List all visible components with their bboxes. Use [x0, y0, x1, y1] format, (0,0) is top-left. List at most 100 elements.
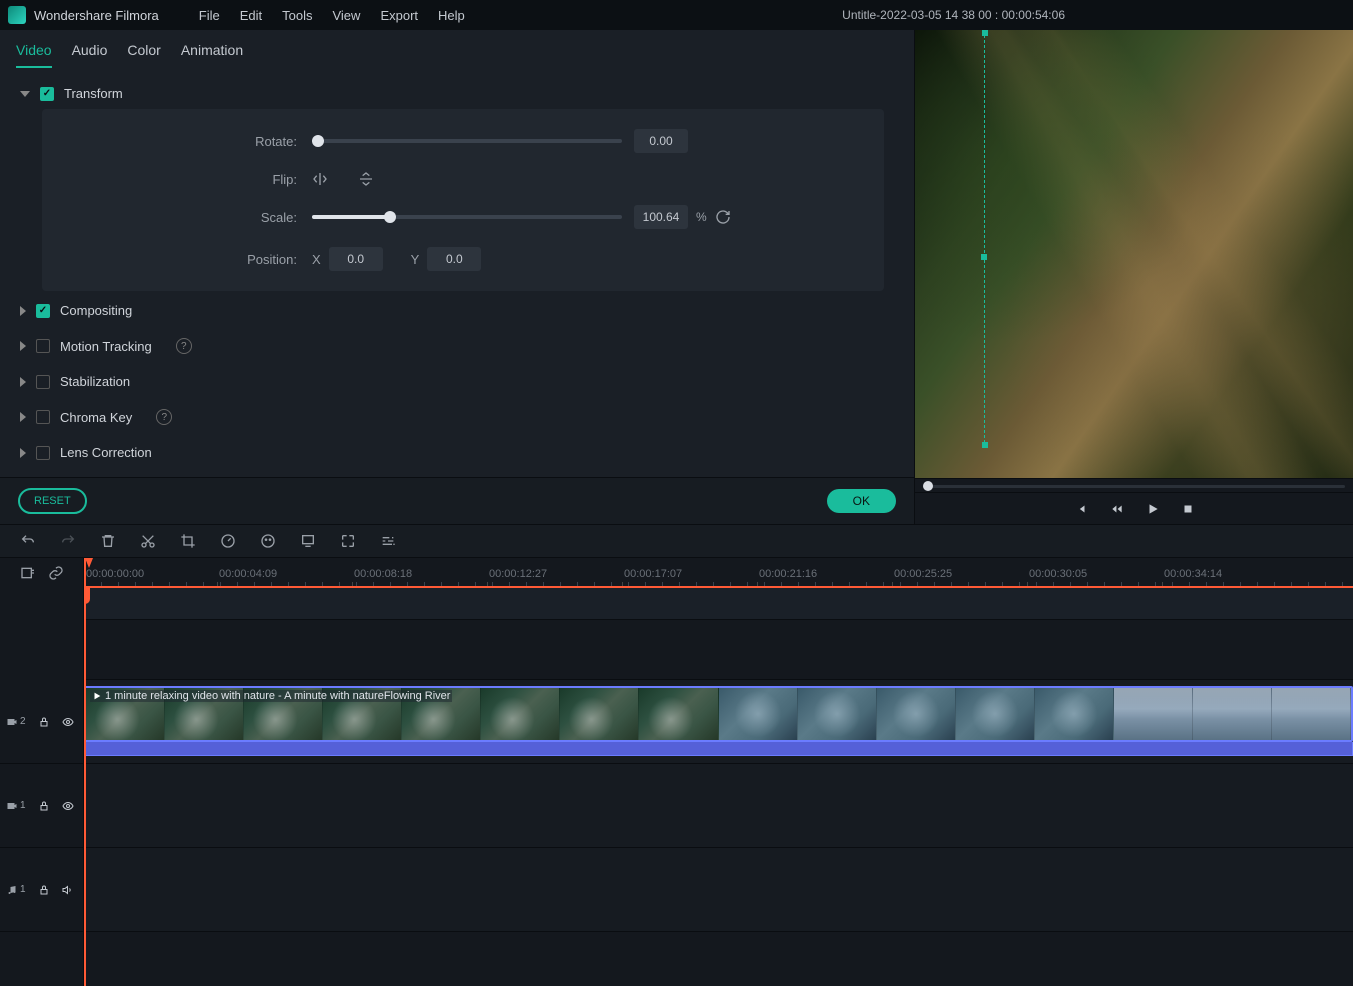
tab-color[interactable]: Color: [127, 42, 160, 68]
chevron-right-icon: [20, 377, 26, 387]
reset-scale-icon[interactable]: [715, 209, 731, 225]
pos-y-input[interactable]: [427, 247, 481, 271]
tab-animation[interactable]: Animation: [181, 42, 243, 68]
green-screen-icon[interactable]: [300, 533, 316, 549]
app-title: Wondershare Filmora: [34, 8, 159, 23]
motion-tracking-label: Motion Tracking: [60, 339, 152, 354]
scale-input[interactable]: [634, 205, 688, 229]
playhead[interactable]: [84, 558, 86, 986]
color-icon[interactable]: [260, 533, 276, 549]
marker-track[interactable]: [84, 588, 1353, 620]
transform-header[interactable]: Transform: [20, 78, 884, 109]
properties-panel: Video Audio Color Animation Transform Ro…: [0, 30, 915, 524]
preview-scrubber[interactable]: [915, 478, 1353, 492]
motion-tracking-header[interactable]: Motion Tracking ?: [20, 330, 884, 362]
help-icon[interactable]: ?: [176, 338, 192, 354]
ruler-tick: 00:00:30:05: [1029, 568, 1087, 580]
ruler-tick: 00:00:08:18: [354, 568, 412, 580]
menu-edit[interactable]: Edit: [230, 8, 272, 23]
preview-panel: [915, 30, 1353, 524]
chevron-right-icon: [20, 306, 26, 316]
rotate-label: Rotate:: [82, 134, 312, 149]
delete-icon[interactable]: [100, 533, 116, 549]
ruler-tick: 00:00:17:07: [624, 568, 682, 580]
chevron-right-icon: [20, 341, 26, 351]
chroma-key-checkbox[interactable]: [36, 410, 50, 424]
stabilization-header[interactable]: Stabilization: [20, 366, 884, 397]
audio-track-1[interactable]: [84, 848, 1353, 932]
clip-title: 1 minute relaxing video with nature - A …: [90, 690, 452, 702]
stop-icon[interactable]: [1182, 503, 1194, 515]
preview-handle[interactable]: [981, 254, 987, 260]
menu-file[interactable]: File: [189, 8, 230, 23]
ok-button[interactable]: OK: [827, 489, 896, 513]
lock-icon[interactable]: [38, 716, 50, 728]
add-track-icon[interactable]: [20, 565, 36, 581]
link-icon[interactable]: [48, 565, 64, 581]
help-icon[interactable]: ?: [156, 409, 172, 425]
speaker-icon[interactable]: [62, 884, 74, 896]
project-title: Untitle-2022-03-05 14 38 00 : 00:00:54:0…: [842, 8, 1065, 22]
expand-icon[interactable]: [340, 533, 356, 549]
menu-tools[interactable]: Tools: [272, 8, 322, 23]
step-back-icon[interactable]: [1110, 502, 1124, 516]
lens-correction-header[interactable]: Lens Correction: [20, 437, 884, 468]
timeline-ruler[interactable]: 00:00:00:00 00:00:04:09 00:00:08:18 00:0…: [84, 558, 1353, 588]
track-label: 2: [6, 716, 26, 728]
menu-export[interactable]: Export: [370, 8, 428, 23]
rotate-slider[interactable]: [312, 139, 622, 143]
chroma-key-header[interactable]: Chroma Key ?: [20, 401, 884, 433]
compositing-label: Compositing: [60, 303, 132, 318]
pos-x-label: X: [312, 252, 321, 267]
settings-icon[interactable]: [380, 533, 396, 549]
music-icon: [6, 884, 18, 896]
clip-audio-strip[interactable]: [84, 742, 1353, 756]
tab-audio[interactable]: Audio: [72, 42, 108, 68]
lock-icon[interactable]: [38, 800, 50, 812]
scale-label: Scale:: [82, 210, 312, 225]
lock-icon[interactable]: [38, 884, 50, 896]
ruler-tick: 00:00:21:16: [759, 568, 817, 580]
stabilization-checkbox[interactable]: [36, 375, 50, 389]
scale-unit: %: [696, 210, 707, 224]
scale-slider[interactable]: [312, 215, 622, 219]
preview-crop-marker[interactable]: [984, 30, 985, 448]
empty-track[interactable]: [84, 620, 1353, 680]
timeline: 2 1 1 00:00:00:00 00:00:04:09 00:00:08:1…: [0, 558, 1353, 986]
transform-checkbox[interactable]: [40, 87, 54, 101]
cut-icon[interactable]: [140, 533, 156, 549]
undo-icon[interactable]: [20, 533, 36, 549]
video-track-1[interactable]: [84, 764, 1353, 848]
speed-icon[interactable]: [220, 533, 236, 549]
redo-icon[interactable]: [60, 533, 76, 549]
motion-tracking-checkbox[interactable]: [36, 339, 50, 353]
flip-horizontal-icon[interactable]: [312, 171, 328, 187]
tab-video[interactable]: Video: [16, 42, 52, 68]
rotate-input[interactable]: [634, 129, 688, 153]
chevron-down-icon: [20, 91, 30, 97]
menu-view[interactable]: View: [322, 8, 370, 23]
compositing-header[interactable]: Compositing: [20, 295, 884, 326]
video-track-1-head: 1: [0, 764, 83, 848]
reset-button[interactable]: RESET: [18, 488, 87, 514]
video-icon: [6, 716, 18, 728]
play-icon[interactable]: [1146, 502, 1160, 516]
video-track-2[interactable]: 1 minute relaxing video with nature - A …: [84, 680, 1353, 764]
pos-y-label: Y: [411, 252, 420, 267]
flip-vertical-icon[interactable]: [358, 171, 374, 187]
property-tabs: Video Audio Color Animation: [0, 30, 914, 68]
lens-correction-checkbox[interactable]: [36, 446, 50, 460]
eye-icon[interactable]: [62, 800, 74, 812]
menu-help[interactable]: Help: [428, 8, 475, 23]
eye-icon[interactable]: [62, 716, 74, 728]
preview-video[interactable]: [915, 30, 1353, 478]
video-clip[interactable]: 1 minute relaxing video with nature - A …: [84, 686, 1353, 742]
crop-icon[interactable]: [180, 533, 196, 549]
chevron-right-icon: [20, 448, 26, 458]
video-track-2-head: 2: [0, 680, 83, 764]
video-icon: [6, 800, 18, 812]
pos-x-input[interactable]: [329, 247, 383, 271]
compositing-checkbox[interactable]: [36, 304, 50, 318]
ruler-tick: 00:00:00:00: [86, 568, 144, 580]
prev-frame-icon[interactable]: [1074, 502, 1088, 516]
